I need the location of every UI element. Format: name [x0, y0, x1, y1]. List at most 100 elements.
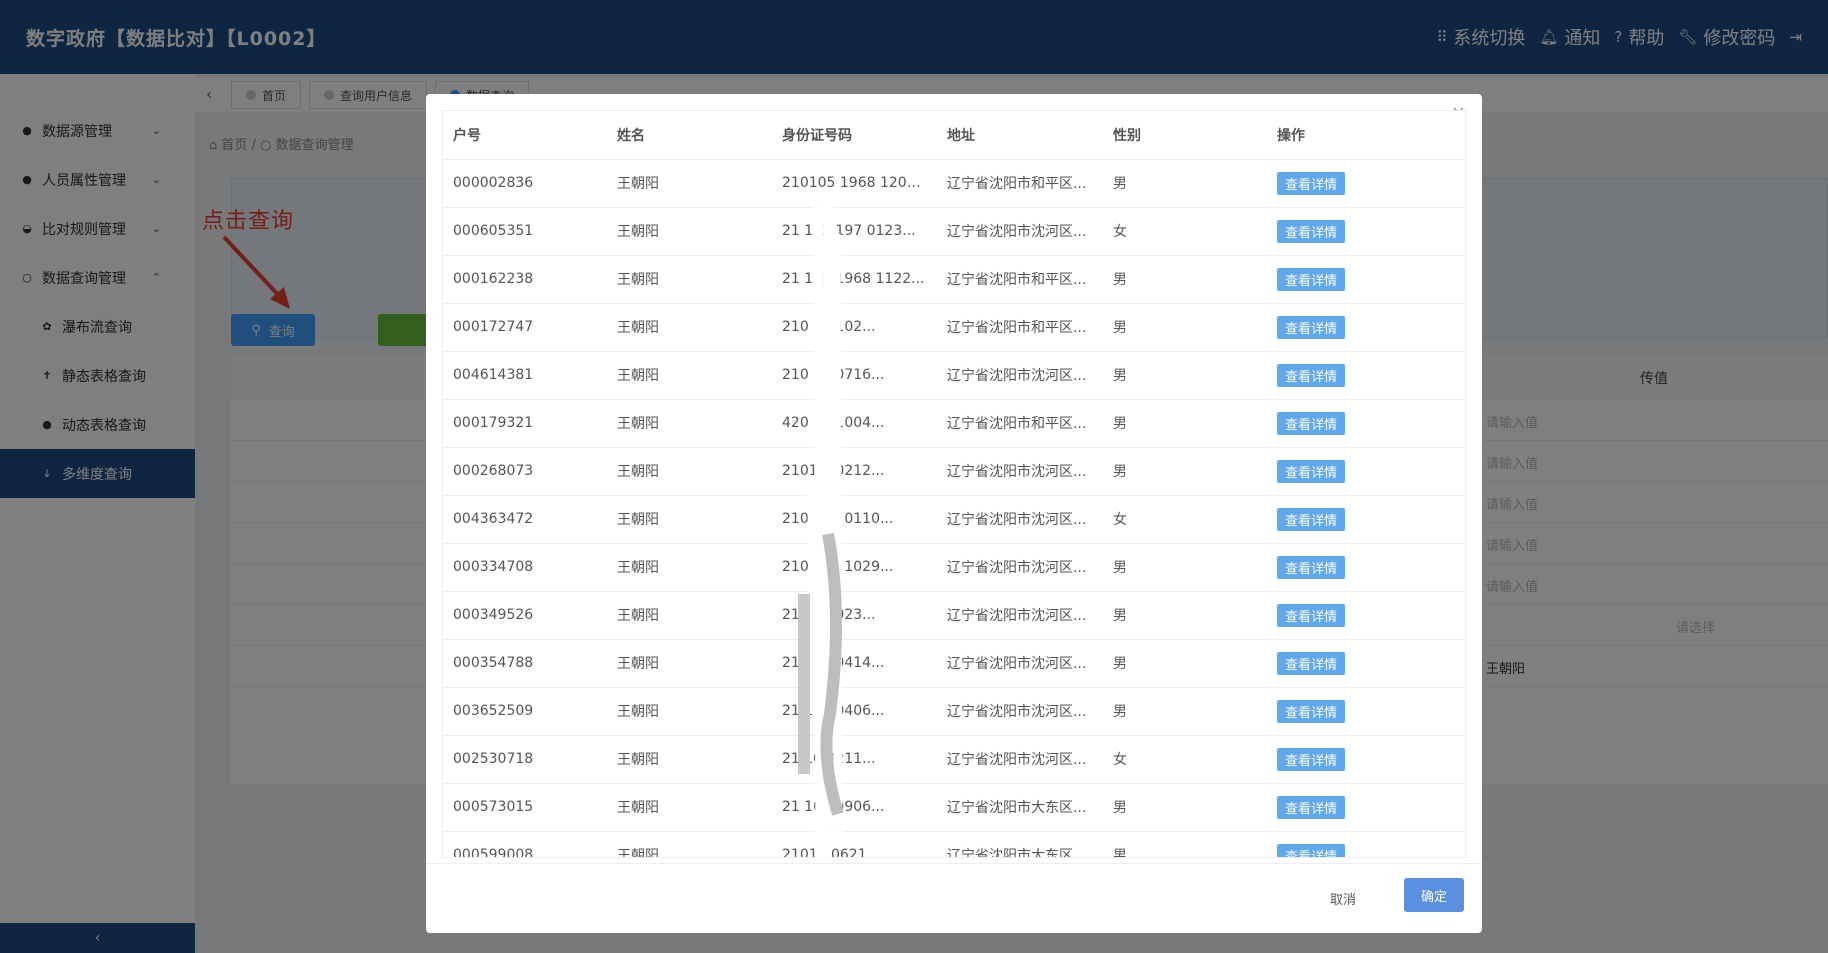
- view-details-button[interactable]: 查看详情: [1277, 699, 1346, 723]
- idcard-cell: 21 104 0906...: [772, 783, 937, 832]
- view-details-button[interactable]: 查看详情: [1277, 219, 1346, 243]
- household-cell: 000172747: [443, 303, 607, 352]
- address-cell: 辽宁省沈阳市大东区...: [937, 831, 1103, 857]
- view-details-button[interactable]: 查看详情: [1277, 603, 1346, 627]
- address-cell: 辽宁省沈阳市沈河区...: [937, 495, 1103, 544]
- household-cell: 000605351: [443, 207, 607, 256]
- sex-cell: 男: [1103, 399, 1267, 448]
- name-cell: 王朝阳: [607, 831, 772, 857]
- view-details-button[interactable]: 查看详情: [1277, 411, 1346, 435]
- household-cell: 000162238: [443, 255, 607, 304]
- view-details-button[interactable]: 查看详情: [1277, 651, 1346, 675]
- idcard-cell: 21 10 1023...: [772, 591, 937, 640]
- idcard-cell: 210105 1968 1207...: [772, 159, 937, 208]
- view-details-button[interactable]: 查看详情: [1277, 555, 1346, 579]
- table-row: 003652509 王朝阳 21 103 0406... 辽宁省沈阳市沈河区... 男查…: [443, 687, 1465, 736]
- idcard-cell: 21 102 1968 1122...: [772, 255, 937, 304]
- actions-cell: 查看详情: [1267, 735, 1465, 784]
- col-sex: 性别: [1103, 111, 1267, 160]
- sex-cell: 女: [1103, 207, 1267, 256]
- table-row: 000162238 王朝阳 21 102 1968 1122... 辽宁省沈阳市和平区…: [443, 255, 1465, 304]
- table-header-row: 户号 姓名 身份证号码 地址 性别 操作: [443, 111, 1465, 160]
- view-details-button[interactable]: 查看详情: [1277, 315, 1346, 339]
- name-cell: 王朝阳: [607, 447, 772, 496]
- household-cell: 000354788: [443, 639, 607, 688]
- sex-cell: 男: [1103, 783, 1267, 832]
- name-cell: 王朝阳: [607, 255, 772, 304]
- table-row: 000354788 王朝阳 21 103 0414... 辽宁省沈阳市沈河区... 男查…: [443, 639, 1465, 688]
- address-cell: 辽宁省沈阳市沈河区...: [937, 591, 1103, 640]
- sex-cell: 男: [1103, 831, 1267, 857]
- household-cell: 000002836: [443, 159, 607, 208]
- view-details-button[interactable]: 查看详情: [1277, 363, 1346, 387]
- actions-cell: 查看详情: [1267, 783, 1465, 832]
- table-row: 000349526 王朝阳 21 10 1023... 辽宁省沈阳市沈河区... 男查看…: [443, 591, 1465, 640]
- idcard-cell: 21 103 0406...: [772, 687, 937, 736]
- sex-cell: 男: [1103, 159, 1267, 208]
- table-row: 000172747 王朝阳 210 2 0102... 辽宁省沈阳市和平区... 男查看…: [443, 303, 1465, 352]
- household-cell: 000268073: [443, 447, 607, 496]
- household-cell: 003652509: [443, 687, 607, 736]
- household-cell: 004363472: [443, 495, 607, 544]
- view-details-button[interactable]: 查看详情: [1277, 171, 1346, 195]
- sex-cell: 男: [1103, 351, 1267, 400]
- address-cell: 辽宁省沈阳市沈河区...: [937, 351, 1103, 400]
- table-row: 002530718 王朝阳 21 10 0211... 辽宁省沈阳市沈河区... 女查看…: [443, 735, 1465, 784]
- sex-cell: 男: [1103, 303, 1267, 352]
- view-details-button[interactable]: 查看详情: [1277, 843, 1346, 857]
- view-details-button[interactable]: 查看详情: [1277, 267, 1346, 291]
- col-idcard: 身份证号码: [772, 111, 937, 160]
- name-cell: 王朝阳: [607, 687, 772, 736]
- idcard-cell: 21 10 0211...: [772, 735, 937, 784]
- cancel-button[interactable]: 取消: [1315, 882, 1370, 914]
- idcard-cell: 21 102 197 0123...: [772, 207, 937, 256]
- col-actions: 操作: [1267, 111, 1465, 160]
- table-row: 000268073 王朝阳 2101 0 0212... 辽宁省沈阳市沈河区... 男查…: [443, 447, 1465, 496]
- view-details-button[interactable]: 查看详情: [1277, 459, 1346, 483]
- name-cell: 王朝阳: [607, 303, 772, 352]
- view-details-button[interactable]: 查看详情: [1277, 747, 1346, 771]
- address-cell: 辽宁省沈阳市沈河区...: [937, 735, 1103, 784]
- idcard-cell: 420 11 1004...: [772, 399, 937, 448]
- col-name: 姓名: [607, 111, 772, 160]
- view-details-button[interactable]: 查看详情: [1277, 795, 1346, 819]
- results-table: 户号 姓名 身份证号码 地址 性别 操作 000002836 王朝阳 210105 …: [442, 110, 1466, 858]
- household-cell: 000349526: [443, 591, 607, 640]
- sex-cell: 男: [1103, 687, 1267, 736]
- address-cell: 辽宁省沈阳市沈河区...: [937, 639, 1103, 688]
- table-row: 000002836 王朝阳 210105 1968 1207... 辽宁省沈阳市和平区…: [443, 159, 1465, 208]
- address-cell: 辽宁省沈阳市和平区...: [937, 255, 1103, 304]
- view-details-button[interactable]: 查看详情: [1277, 507, 1346, 531]
- household-cell: 000179321: [443, 399, 607, 448]
- name-cell: 王朝阳: [607, 495, 772, 544]
- sex-cell: 男: [1103, 543, 1267, 592]
- table-row: 004363472 王朝阳 2101 31 0110... 辽宁省沈阳市沈河区... 女…: [443, 495, 1465, 544]
- address-cell: 辽宁省沈阳市和平区...: [937, 399, 1103, 448]
- table-row: 000573015 王朝阳 21 104 0906... 辽宁省沈阳市大东区... 男查…: [443, 783, 1465, 832]
- idcard-cell: 210 2 0102...: [772, 303, 937, 352]
- address-cell: 辽宁省沈阳市沈河区...: [937, 687, 1103, 736]
- results-dialog: × 户号 姓名 身份证号码 地址 性别 操作 000002836王朝阳21010…: [426, 94, 1482, 933]
- idcard-cell: 2101 0 0212...: [772, 447, 937, 496]
- actions-cell: 查看详情: [1267, 255, 1465, 304]
- address-cell: 辽宁省沈阳市和平区...: [937, 303, 1103, 352]
- actions-cell: 查看详情: [1267, 399, 1465, 448]
- actions-cell: 查看详情: [1267, 639, 1465, 688]
- col-address: 地址: [937, 111, 1103, 160]
- sex-cell: 男: [1103, 639, 1267, 688]
- name-cell: 王朝阳: [607, 639, 772, 688]
- actions-cell: 查看详情: [1267, 351, 1465, 400]
- table-row: 000179321 王朝阳 420 11 1004... 辽宁省沈阳市和平区... 男查…: [443, 399, 1465, 448]
- dialog-footer: 取消 确定: [426, 863, 1482, 933]
- actions-cell: 查看详情: [1267, 591, 1465, 640]
- address-cell: 辽宁省沈阳市沈河区...: [937, 207, 1103, 256]
- sex-cell: 男: [1103, 591, 1267, 640]
- idcard-cell: 21 103 0414...: [772, 639, 937, 688]
- confirm-button[interactable]: 确定: [1404, 878, 1464, 912]
- actions-cell: 查看详情: [1267, 687, 1465, 736]
- household-cell: 000573015: [443, 783, 607, 832]
- table-row: 000605351 王朝阳 21 102 197 0123... 辽宁省沈阳市沈河区.…: [443, 207, 1465, 256]
- address-cell: 辽宁省沈阳市沈河区...: [937, 543, 1103, 592]
- table-row: 000334708 王朝阳 2101 41 1029... 辽宁省沈阳市沈河区... 男…: [443, 543, 1465, 592]
- name-cell: 王朝阳: [607, 159, 772, 208]
